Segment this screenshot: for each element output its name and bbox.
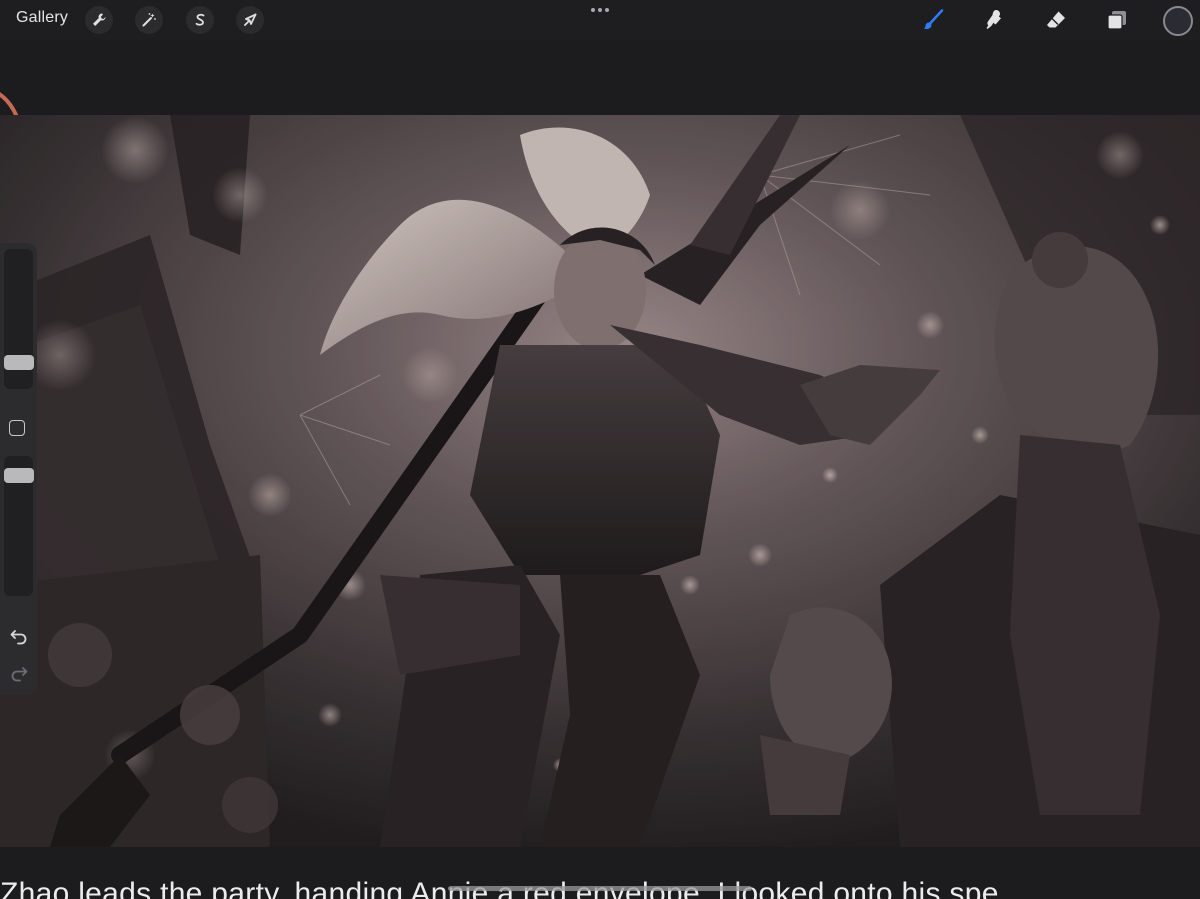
smudge-icon [986, 10, 1001, 29]
gallery-button[interactable]: Gallery [16, 9, 68, 27]
eraser-icon [1047, 11, 1065, 28]
actions-button[interactable] [85, 6, 113, 34]
arrow-cursor-icon [244, 13, 257, 26]
adjustments-button[interactable] [135, 6, 163, 34]
undo-icon[interactable] [9, 626, 29, 646]
artwork-canvas[interactable] [0, 115, 1200, 847]
top-toolbar: Gallery [0, 0, 1200, 40]
more-options-button[interactable] [587, 2, 613, 18]
selection-button[interactable] [186, 6, 214, 34]
opacity-thumb[interactable] [4, 468, 34, 483]
home-indicator[interactable] [448, 886, 752, 891]
color-swatch[interactable] [1163, 6, 1193, 36]
selection-s-icon [195, 13, 205, 26]
layers-icon [1107, 11, 1126, 30]
layers-button[interactable] [1102, 5, 1132, 35]
side-toolbar [0, 243, 37, 695]
sepia-sketch-illustration [0, 115, 1200, 847]
magic-wand-icon [142, 13, 156, 27]
smudge-tool-button[interactable] [979, 5, 1009, 35]
brush-tool-button[interactable] [918, 5, 948, 35]
redo-icon[interactable] [9, 663, 29, 683]
caption-area: Zhao leads the party, handing Annie a re… [0, 847, 1200, 899]
modify-button[interactable] [9, 420, 25, 436]
brush-size-thumb[interactable] [4, 355, 34, 370]
wrench-icon [93, 13, 106, 26]
transform-button[interactable] [236, 6, 264, 34]
eraser-tool-button[interactable] [1041, 5, 1071, 35]
ellipsis-icon [591, 8, 609, 12]
canvas-margin [0, 40, 1200, 115]
brush-icon [923, 9, 944, 30]
